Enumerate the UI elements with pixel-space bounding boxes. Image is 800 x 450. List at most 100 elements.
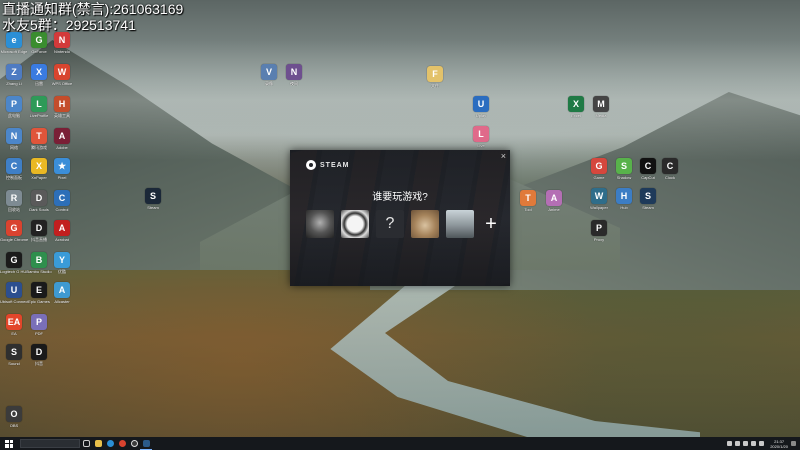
desktop-icon[interactable]: C 控制面板	[0, 158, 28, 180]
steam-account-avatar-2[interactable]	[341, 210, 369, 238]
desktop-icon[interactable]: P 此电脑	[0, 96, 28, 118]
desktop-icon[interactable]: A Allcaster	[48, 282, 76, 304]
windows-logo-icon	[5, 439, 13, 448]
desktop-icon[interactable]: A Adobe	[48, 128, 76, 150]
steam-account-avatar-1[interactable]	[306, 210, 334, 238]
wallpaper-river	[330, 285, 700, 445]
clock-date: 2020/1/20	[770, 443, 788, 449]
desktop-app-icon: D	[31, 344, 47, 360]
desktop-icon[interactable]: N 网络	[0, 128, 28, 150]
desktop-icon[interactable]: N Nintendo	[48, 32, 76, 54]
steam-prompt: 谁要玩游戏?	[372, 192, 428, 203]
desktop-icon[interactable]: H 英雄工具	[48, 96, 76, 118]
desktop-icon-label: Wallpaper	[590, 205, 608, 210]
steam-header: STEAM	[306, 160, 350, 170]
desktop-icon[interactable]: Z Zhang Li	[0, 64, 28, 86]
desktop-icon-label: Sound	[8, 361, 20, 366]
desktop-icon[interactable]: U Uplay	[467, 96, 495, 118]
desktop-icon[interactable]: O OBS	[0, 406, 28, 428]
desktop-app-icon: ★	[54, 158, 70, 174]
taskbar: 21:37 2020/1/20	[0, 437, 800, 450]
desktop-icon-label: Pixel	[57, 175, 67, 180]
desktop-icon-label: 抖音	[35, 361, 43, 366]
desktop-icon-label: 控制面板	[6, 175, 22, 180]
desktop-icon-label: Uplay	[475, 113, 487, 118]
tray-app-icon[interactable]	[743, 441, 749, 446]
desktop-icon[interactable]: P Proxy	[585, 220, 613, 242]
desktop-icon[interactable]: Y 优酷	[48, 252, 76, 274]
desktop-icon[interactable]: G Google Chrome	[0, 220, 28, 242]
desktop-icon[interactable]: G Game	[585, 158, 613, 180]
desktop-icon-label: Nintendo	[53, 49, 70, 54]
add-account-button[interactable]: +	[481, 210, 501, 238]
desktop-app-icon: L	[31, 96, 47, 112]
desktop-icon[interactable]: W WPS Office	[48, 64, 76, 86]
desktop-icon[interactable]: S Steam	[634, 188, 662, 210]
desktop-icon-label: Steam	[642, 205, 654, 210]
desktop-icon[interactable]: C Control	[48, 190, 76, 212]
desktop-app-icon: T	[520, 190, 536, 206]
desktop-icon-label: 网络	[10, 145, 18, 150]
desktop-icon-label: Game	[593, 175, 605, 180]
desktop-icon[interactable]: W Wallpaper	[585, 188, 613, 210]
tray-app-icon[interactable]	[727, 441, 733, 446]
desktop-app-icon: S	[616, 158, 632, 174]
desktop-icon[interactable]: S Sound	[0, 344, 28, 366]
tray-app-icon[interactable]	[735, 441, 741, 446]
task-view-button[interactable]	[80, 437, 92, 450]
desktop-icon-label: Google Chrome	[0, 237, 28, 242]
stream-notice-group: 直播通知群(禁言):261063169	[2, 1, 184, 17]
desktop-icon[interactable]: F 文件	[421, 66, 449, 88]
fan-group-number: 水友5群：292513741	[2, 17, 136, 33]
desktop-icon[interactable]: e Microsoft Edge	[0, 32, 28, 54]
desktop-icon[interactable]: T Tool	[514, 190, 542, 212]
desktop-icon-label: Excel	[571, 113, 581, 118]
notification-icon[interactable]	[791, 441, 796, 446]
desktop-icon-label: EA	[11, 331, 17, 336]
desktop-icon[interactable]: P PDF	[25, 314, 53, 336]
steam-account-avatar-4[interactable]	[411, 210, 439, 238]
desktop-icon[interactable]: S Steam	[139, 188, 167, 210]
network-icon[interactable]	[751, 441, 757, 446]
taskbar-search-input[interactable]	[20, 439, 80, 448]
taskbar-edge-icon[interactable]	[104, 437, 116, 450]
desktop-icon[interactable]: ★ Pixel	[48, 158, 76, 180]
desktop-icon[interactable]: G Logitech G HUB	[0, 252, 28, 274]
desktop-icon[interactable]: U Ubisoft Connect	[0, 282, 28, 304]
desktop-icon[interactable]: N 夜间	[280, 64, 308, 86]
start-button[interactable]	[0, 437, 18, 450]
desktop-icon-label: Zhang Li	[6, 81, 22, 86]
close-icon[interactable]: ×	[501, 151, 506, 161]
steam-account-avatar-5[interactable]	[446, 210, 474, 238]
taskbar-clock[interactable]: 21:37 2020/1/20	[770, 439, 788, 449]
taskbar-obs-icon[interactable]	[128, 437, 140, 450]
desktop-icon[interactable]: EA EA	[0, 314, 28, 336]
desktop-icon-label: Microsoft Edge	[0, 49, 28, 54]
desktop-icon[interactable]: X Excel	[562, 96, 590, 118]
desktop-icon[interactable]: A Acrobat	[48, 220, 76, 242]
desktop-app-icon: C	[6, 158, 22, 174]
desktop-icon[interactable]: R 回收站	[0, 190, 28, 212]
desktop-app-icon: R	[6, 190, 22, 206]
desktop-icon-label: Anime	[548, 207, 560, 212]
taskbar-chrome-icon[interactable]	[116, 437, 128, 450]
desktop-icon-label: Proxy	[593, 237, 605, 242]
volume-icon[interactable]	[759, 441, 765, 446]
taskbar-steam-icon[interactable]	[140, 437, 152, 450]
desktop-icon-label: 此电脑	[8, 113, 20, 118]
taskbar-explorer-icon[interactable]	[92, 437, 104, 450]
desktop-icon[interactable]: D 抖音	[25, 344, 53, 366]
desktop-app-icon: C	[54, 190, 70, 206]
desktop-icon[interactable]: C Clock	[656, 158, 684, 180]
desktop-icon[interactable]: L Live	[467, 126, 495, 148]
desktop-app-icon: A	[54, 220, 70, 236]
desktop-icon[interactable]: M Media	[587, 96, 615, 118]
steam-account-avatar-unknown[interactable]: ?	[376, 210, 404, 238]
desktop-icon-label: 文件	[431, 83, 439, 88]
desktop-app-icon: C	[662, 158, 678, 174]
desktop-app-icon: N	[286, 64, 302, 80]
desktop-icon[interactable]: A Anime	[540, 190, 568, 212]
desktop-icon[interactable]: V 录像	[255, 64, 283, 86]
desktop-app-icon: e	[6, 32, 22, 48]
desktop-app-icon: P	[591, 220, 607, 236]
